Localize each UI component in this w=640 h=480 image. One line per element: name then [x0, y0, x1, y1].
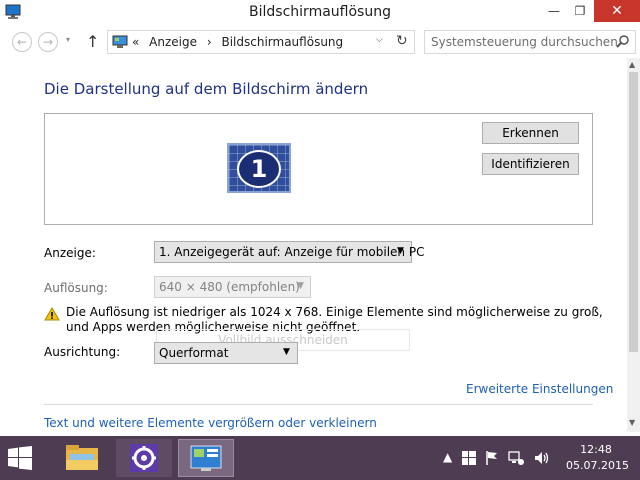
- scroll-up-icon[interactable]: ▲: [629, 60, 635, 69]
- search-input[interactable]: Systemsteuerung durchsuchen: [424, 30, 636, 54]
- minimize-button[interactable]: —: [540, 0, 568, 22]
- taskbar-clock[interactable]: 12:48 05.07.2015: [566, 442, 629, 474]
- text-size-link[interactable]: Text und weitere Elemente vergrößern ode…: [44, 416, 377, 430]
- orientation-label: Ausrichtung:: [44, 345, 121, 359]
- resolution-label: Auflösung:: [44, 281, 108, 295]
- resolution-select[interactable]: 640 × 480 (empfohlen) ▼: [154, 276, 311, 298]
- breadcrumb: « Anzeige › Bildschirmauflösung: [132, 35, 349, 49]
- taskbar-pc-settings[interactable]: [116, 439, 172, 477]
- orientation-select[interactable]: Querformat ▼: [154, 342, 298, 364]
- windows-start-icon[interactable]: [8, 446, 32, 470]
- address-bar[interactable]: « Anzeige › Bildschirmauflösung ⌵ ↻: [107, 30, 415, 54]
- breadcrumb-separator[interactable]: ›: [207, 35, 212, 49]
- monitor-number: 1: [237, 150, 281, 188]
- identify-button[interactable]: Identifizieren: [482, 153, 579, 175]
- back-button[interactable]: ←: [12, 32, 32, 52]
- control-panel-icon: [190, 445, 222, 471]
- orientation-select-value: Querformat: [159, 346, 229, 360]
- refresh-button[interactable]: ↻: [396, 33, 408, 49]
- monitor-1-tile[interactable]: 1: [227, 143, 291, 193]
- chevron-down-icon: ▼: [283, 347, 290, 357]
- taskbar-file-explorer[interactable]: [54, 439, 110, 477]
- clock-time: 12:48: [580, 443, 612, 456]
- taskbar: ▲ 12:48 05.07.2015: [0, 436, 640, 480]
- breadcrumb-prefix[interactable]: «: [132, 35, 139, 49]
- content-area: Die Darstellung auf dem Bildschirm änder…: [0, 58, 640, 432]
- scroll-down-icon[interactable]: ▼: [629, 418, 635, 427]
- vertical-scrollbar[interactable]: ▲ ▼: [627, 58, 640, 432]
- warning-icon: [44, 307, 60, 321]
- breadcrumb-item-anzeige[interactable]: Anzeige: [149, 35, 197, 49]
- volume-icon[interactable]: [535, 451, 549, 465]
- breadcrumb-item-current[interactable]: Bildschirmauflösung: [221, 35, 343, 49]
- page-title: Die Darstellung auf dem Bildschirm änder…: [44, 80, 369, 98]
- taskbar-control-panel[interactable]: [178, 439, 234, 477]
- display-select[interactable]: 1. Anzeigegerät auf: Anzeige für mobilen…: [154, 241, 424, 263]
- tray-chevron-icon[interactable]: ▲: [443, 450, 452, 464]
- search-icon[interactable]: [615, 34, 631, 50]
- search-placeholder: Systemsteuerung durchsuchen: [431, 35, 618, 49]
- folder-icon: [66, 445, 98, 470]
- recent-locations-button[interactable]: ▾: [66, 35, 70, 44]
- windows-tray-icon[interactable]: [462, 451, 476, 465]
- advanced-settings-link[interactable]: Erweiterte Einstellungen: [466, 382, 613, 396]
- divider: [44, 404, 593, 405]
- maximize-button[interactable]: ❐: [566, 0, 594, 22]
- network-icon[interactable]: [508, 450, 524, 466]
- navigation-bar: ← → ▾ ↑ « Anzeige › Bildschirmauflösung …: [0, 28, 640, 56]
- up-button[interactable]: ↑: [86, 32, 99, 51]
- display-label: Anzeige:: [44, 246, 96, 260]
- forward-button[interactable]: →: [38, 32, 58, 52]
- close-button[interactable]: ✕: [594, 0, 640, 22]
- address-dropdown-button[interactable]: ⌵: [376, 35, 383, 45]
- flag-icon[interactable]: [486, 451, 498, 465]
- display-preview: 1 Erkennen Identifizieren: [44, 113, 593, 225]
- title-bar: Bildschirmauflösung — ❐ ✕: [0, 0, 640, 25]
- chevron-down-icon: ▼: [397, 246, 404, 256]
- chevron-down-icon: ▼: [297, 281, 304, 291]
- gear-icon: [130, 444, 158, 472]
- detect-button[interactable]: Erkennen: [482, 122, 579, 144]
- resolution-select-value: 640 × 480 (empfohlen): [159, 280, 300, 294]
- display-select-value: 1. Anzeigegerät auf: Anzeige für mobilen…: [159, 245, 425, 259]
- control-panel-icon: [112, 35, 128, 48]
- scrollbar-thumb[interactable]: [629, 72, 638, 352]
- clock-date: 05.07.2015: [566, 459, 629, 472]
